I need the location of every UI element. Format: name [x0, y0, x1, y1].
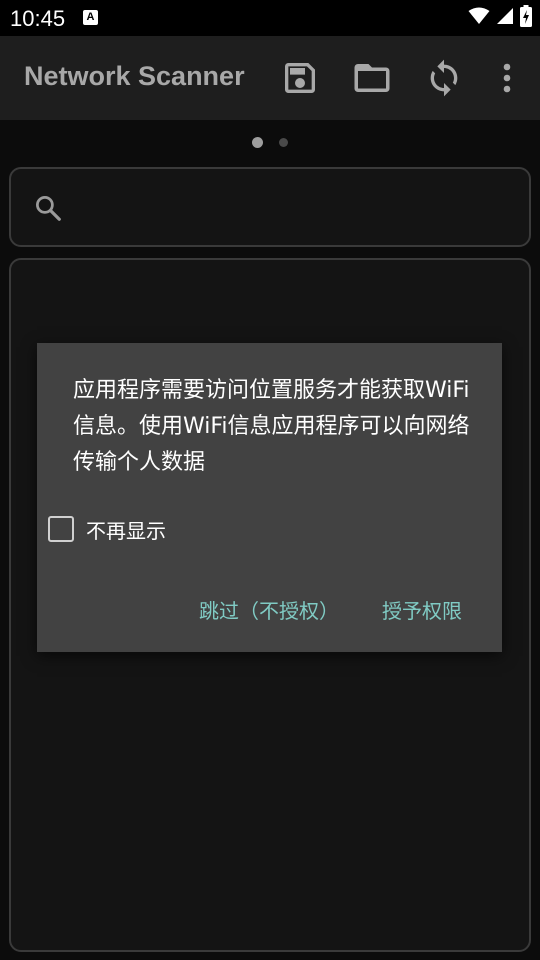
status-bar: 10:45 A	[0, 0, 540, 36]
page-dot[interactable]	[279, 138, 288, 147]
page-dot-active[interactable]	[252, 137, 263, 148]
page-indicator	[0, 137, 540, 149]
search-input[interactable]	[9, 167, 531, 247]
overflow-menu-button[interactable]	[485, 56, 529, 100]
screen: 10:45 A Network Scanner 应用程序需要访问位置服务才能获取…	[0, 0, 540, 960]
dialog-message: 应用程序需要访问位置服务才能获取WiFi信息。使用WiFi信息应用程序可以向网络…	[73, 378, 470, 475]
save-icon	[285, 63, 315, 93]
dialog-actions: 跳过（不授权） 授予权限	[37, 593, 502, 629]
app-toolbar: Network Scanner	[0, 36, 540, 120]
refresh-icon	[430, 59, 458, 97]
permission-dialog: 应用程序需要访问位置服务才能获取WiFi信息。使用WiFi信息应用程序可以向网络…	[37, 343, 502, 652]
dont-show-again-row[interactable]: 不再显示	[48, 513, 166, 545]
refresh-button[interactable]	[422, 56, 466, 100]
dont-show-again-label: 不再显示	[86, 518, 166, 543]
cell-signal-icon	[496, 7, 514, 29]
notification-a-icon: A	[83, 10, 98, 25]
search-icon	[33, 193, 63, 227]
app-title: Network Scanner	[24, 61, 245, 91]
grant-permission-button[interactable]: 授予权限	[382, 593, 462, 629]
save-button[interactable]	[278, 56, 322, 100]
open-folder-button[interactable]	[350, 56, 394, 100]
dont-show-again-checkbox[interactable]	[48, 516, 74, 542]
status-time: 10:45	[10, 6, 66, 31]
more-vert-icon	[503, 63, 511, 93]
status-icons	[468, 5, 532, 31]
folder-icon	[354, 64, 390, 92]
wifi-icon	[468, 7, 490, 29]
battery-charging-icon	[520, 5, 532, 31]
skip-button[interactable]: 跳过（不授权）	[199, 593, 339, 629]
